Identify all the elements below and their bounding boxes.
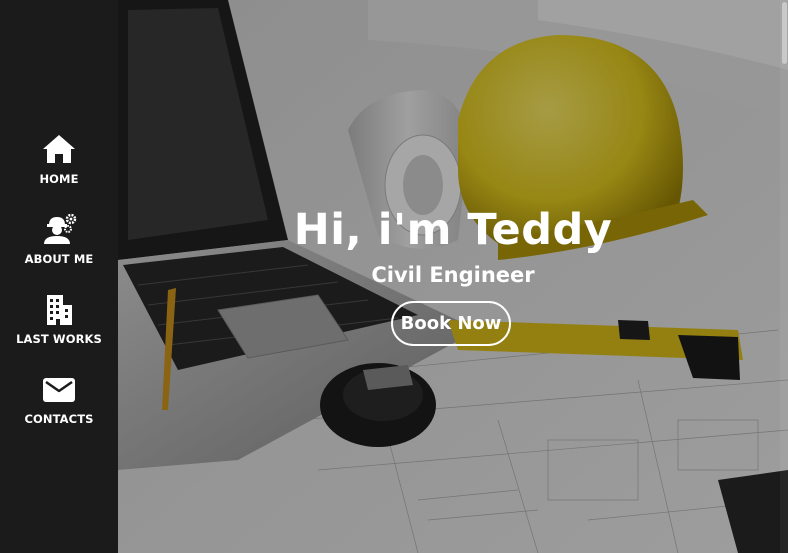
nav-label-contacts: CONTACTS (24, 412, 94, 426)
nav-item-contacts[interactable]: CONTACTS (0, 372, 118, 442)
hero-subtitle: Civil Engineer (371, 263, 535, 287)
hero-section: Hi, i'm Teddy Civil Engineer Book Now (118, 0, 788, 553)
nav-item-about[interactable]: ABOUT ME (0, 212, 118, 282)
nav-label-last-works: LAST WORKS (16, 332, 102, 346)
book-now-button[interactable]: Book Now (391, 301, 511, 346)
building-icon (47, 295, 72, 325)
engineer-icon (44, 213, 77, 244)
home-icon (43, 135, 75, 163)
nav-item-last-works[interactable]: LAST WORKS (0, 292, 118, 362)
nav-item-home[interactable]: HOME (0, 132, 118, 202)
nav-label-about: ABOUT ME (24, 252, 94, 266)
mail-icon (43, 378, 75, 402)
hero-title: Hi, i'm Teddy (293, 205, 613, 255)
nav-label-home: HOME (39, 172, 79, 186)
sidebar-nav: HOME ABOUT ME LAST WORKS CONTACTS (0, 0, 118, 553)
scrollbar-thumb[interactable] (782, 2, 787, 64)
page-scrollbar[interactable] (780, 0, 788, 553)
